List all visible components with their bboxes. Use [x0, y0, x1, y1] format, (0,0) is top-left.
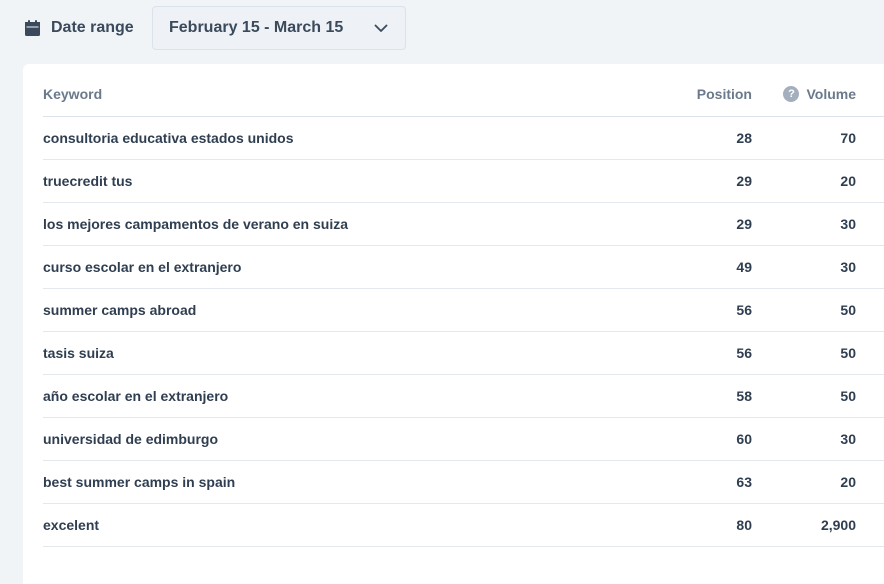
keyword-cell: summer camps abroad [43, 302, 197, 318]
table-row[interactable]: summer camps abroad 56 50 [43, 289, 884, 332]
table-body: consultoria educativa estados unidos 28 70… [43, 117, 884, 547]
keyword-cell: tasis suiza [43, 345, 114, 361]
volume-cell: 2,900 [820, 517, 856, 533]
column-header-volume[interactable]: ? Volume [783, 86, 856, 102]
table-row[interactable]: tasis suiza 56 50 [43, 332, 884, 375]
keyword-cell: curso escolar en el extranjero [43, 259, 242, 275]
position-cell: 58 [736, 388, 752, 404]
calendar-icon [24, 19, 41, 37]
keyword-table-card: Keyword Position ? Volume consultoria ed… [23, 64, 884, 584]
table-row[interactable]: universidad de edimburgo 60 30 [43, 418, 884, 461]
toolbar: Date range February 15 - March 15 [0, 0, 884, 64]
keyword-cell: excelent [43, 517, 100, 533]
volume-cell: 50 [840, 345, 856, 361]
position-cell: 28 [736, 130, 752, 146]
volume-cell: 50 [840, 302, 856, 318]
position-cell: 29 [736, 173, 752, 189]
table-row[interactable]: los mejores campamentos de verano en sui… [43, 203, 884, 246]
table-row[interactable]: best summer camps in spain 63 20 [43, 461, 884, 504]
column-header-keyword[interactable]: Keyword [43, 86, 102, 102]
position-cell: 56 [736, 345, 752, 361]
table-row[interactable]: excelent 80 2,900 [43, 504, 884, 547]
keyword-cell: best summer camps in spain [43, 474, 236, 490]
volume-cell: 30 [840, 216, 856, 232]
table-row[interactable]: truecredit tus 29 20 [43, 160, 884, 203]
column-header-volume-label: Volume [806, 86, 856, 102]
position-cell: 56 [736, 302, 752, 318]
position-cell: 49 [736, 259, 752, 275]
date-range-label-text: Date range [51, 19, 134, 36]
volume-cell: 30 [840, 431, 856, 447]
table-row[interactable]: año escolar en el extranjero 58 50 [43, 375, 884, 418]
keyword-cell: consultoria educativa estados unidos [43, 130, 294, 146]
table-row[interactable]: consultoria educativa estados unidos 28 70 [43, 117, 884, 160]
column-header-position[interactable]: Position [697, 86, 752, 102]
volume-cell: 50 [840, 388, 856, 404]
help-icon[interactable]: ? [783, 86, 800, 102]
keyword-cell: año escolar en el extranjero [43, 388, 229, 404]
position-cell: 29 [736, 216, 752, 232]
volume-cell: 70 [840, 130, 856, 146]
position-cell: 80 [736, 517, 752, 533]
date-range-label: Date range [24, 14, 134, 42]
date-range-value: February 15 - March 15 [169, 19, 344, 36]
position-cell: 63 [736, 474, 752, 490]
date-range-select[interactable]: February 15 - March 15 [152, 6, 406, 50]
keyword-cell: universidad de edimburgo [43, 431, 219, 447]
position-cell: 60 [736, 431, 752, 447]
chevron-down-icon [373, 20, 389, 36]
table-header: Keyword Position ? Volume [43, 64, 884, 117]
volume-cell: 20 [840, 474, 856, 490]
keyword-cell: truecredit tus [43, 173, 133, 189]
table-row[interactable]: curso escolar en el extranjero 49 30 [43, 246, 884, 289]
volume-cell: 30 [840, 259, 856, 275]
keyword-cell: los mejores campamentos de verano en sui… [43, 216, 349, 232]
volume-cell: 20 [840, 173, 856, 189]
